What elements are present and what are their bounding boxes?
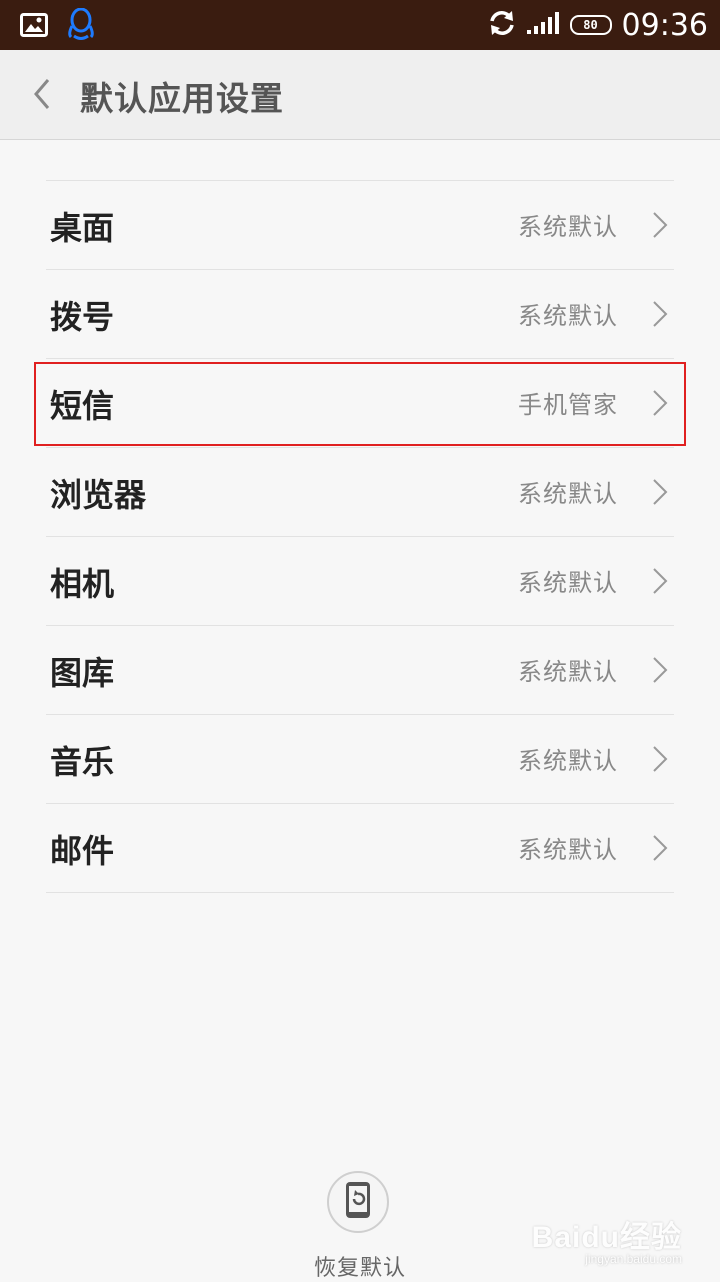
list-item-value: 系统默认 — [518, 747, 618, 775]
chevron-right-icon — [653, 835, 668, 861]
list-item-value: 系统默认 — [518, 836, 618, 864]
chevron-right-icon — [653, 301, 668, 327]
chevron-right-icon — [653, 479, 668, 505]
list-item-value: 系统默认 — [518, 302, 618, 330]
list-item-value: 系统默认 — [518, 658, 618, 686]
sync-icon — [488, 10, 516, 40]
list-item-value: 手机管家 — [518, 391, 618, 419]
watermark-main: Baidu经验 — [531, 1221, 682, 1254]
status-bar: 80 09:36 — [0, 0, 720, 50]
list-item-browser[interactable]: 浏览器 系统默认 — [46, 448, 674, 537]
list-item-gallery[interactable]: 图库 系统默认 — [46, 626, 674, 715]
list-item-label: 相机 — [50, 565, 115, 603]
restore-phone-icon — [343, 1180, 373, 1224]
list-item-email[interactable]: 邮件 系统默认 — [46, 804, 674, 893]
app-header: 默认应用设置 — [0, 50, 720, 140]
list-item-label: 图库 — [50, 654, 115, 692]
chevron-right-icon — [653, 657, 668, 683]
chevron-right-icon — [653, 212, 668, 238]
chevron-right-icon — [653, 568, 668, 594]
restore-default-button[interactable] — [327, 1171, 389, 1233]
list-item-label: 浏览器 — [50, 476, 147, 514]
list-item-value: 系统默认 — [518, 569, 618, 597]
clock-time: 09:36 — [621, 7, 708, 43]
list-item-camera[interactable]: 相机 系统默认 — [46, 537, 674, 626]
list-item-desktop[interactable]: 桌面 系统默认 — [46, 181, 674, 270]
list-item-label: 拨号 — [50, 298, 115, 336]
list-item-label: 短信 — [50, 387, 115, 425]
signal-icon — [526, 11, 560, 39]
chevron-right-icon — [653, 390, 668, 416]
list-item-value: 系统默认 — [518, 480, 618, 508]
list-item-value: 系统默认 — [518, 213, 618, 241]
list-item-label: 邮件 — [50, 832, 115, 870]
image-icon — [20, 13, 48, 41]
default-apps-list: 桌面 系统默认 拨号 系统默认 短信 手机管家 浏览器 系统默认 相机 系统默认… — [46, 180, 674, 893]
list-item-music[interactable]: 音乐 系统默认 — [46, 715, 674, 804]
chevron-right-icon — [653, 746, 668, 772]
list-item-label: 桌面 — [50, 209, 115, 247]
list-item-sms[interactable]: 短信 手机管家 — [46, 359, 674, 448]
page-title: 默认应用设置 — [80, 79, 284, 118]
qq-icon — [66, 7, 96, 46]
list-item-dialer[interactable]: 拨号 系统默认 — [46, 270, 674, 359]
list-item-label: 音乐 — [50, 743, 115, 781]
chevron-left-icon[interactable] — [26, 74, 66, 114]
battery-icon: 80 — [569, 15, 612, 35]
baidu-watermark: Baidu经验 jingyan.baidu.com — [532, 1212, 682, 1266]
